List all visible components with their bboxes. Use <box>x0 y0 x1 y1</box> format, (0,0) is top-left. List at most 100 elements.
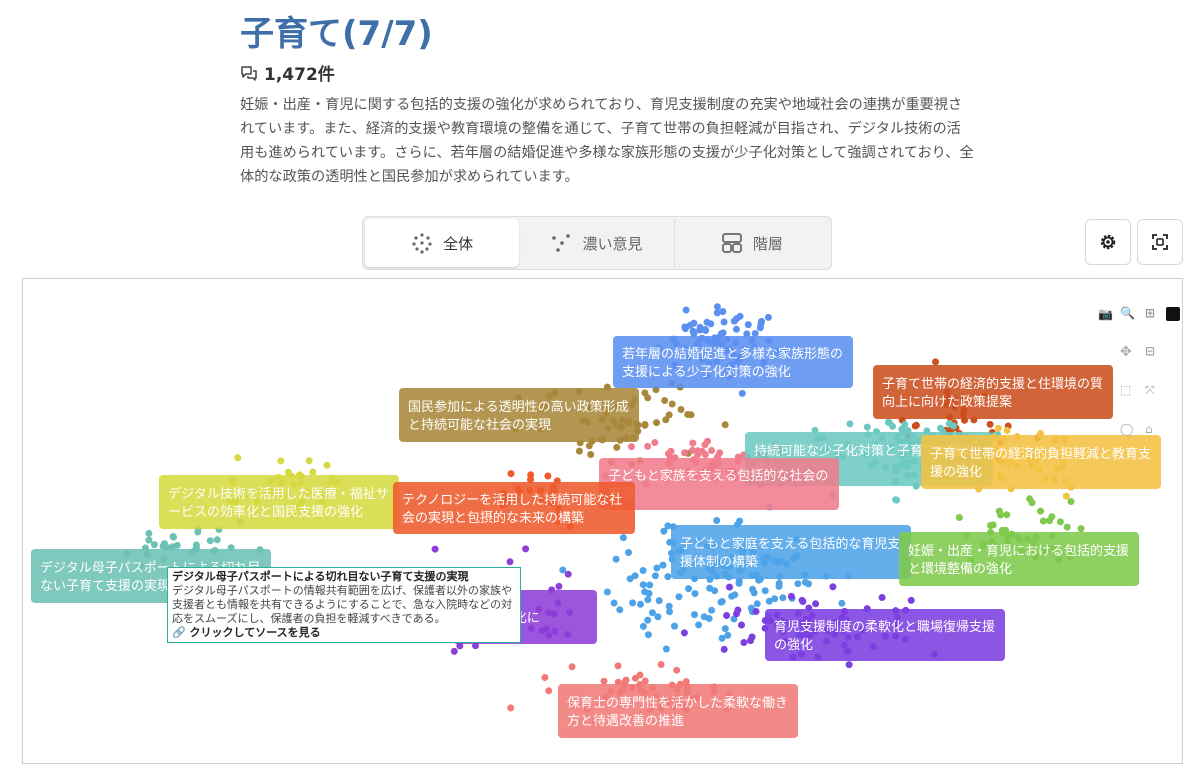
bar-logo-icon[interactable] <box>1166 307 1180 321</box>
data-point[interactable] <box>740 639 748 646</box>
data-point[interactable] <box>1056 518 1064 526</box>
data-point[interactable] <box>728 592 736 600</box>
camera-icon[interactable]: 📷 <box>1098 307 1113 321</box>
data-point[interactable] <box>1062 492 1070 500</box>
data-point[interactable] <box>889 422 896 430</box>
data-point[interactable] <box>644 631 652 639</box>
data-point[interactable] <box>937 424 944 432</box>
data-point[interactable] <box>779 594 787 602</box>
zoom-icon[interactable]: 🔍 <box>1120 306 1135 320</box>
data-point[interactable] <box>707 320 715 328</box>
data-point[interactable] <box>564 570 572 578</box>
data-point[interactable] <box>738 389 746 397</box>
data-point[interactable] <box>794 580 802 588</box>
data-point[interactable] <box>159 542 167 550</box>
data-point[interactable] <box>654 613 662 621</box>
data-point[interactable] <box>661 397 669 404</box>
data-point[interactable] <box>665 411 673 419</box>
data-point[interactable] <box>702 327 710 334</box>
cluster-label[interactable]: 国民参加による透明性の高い政策形成と持続可能な社会の実現 <box>399 388 639 442</box>
data-point[interactable] <box>761 587 769 595</box>
cluster-label[interactable]: 子どもと家庭を支える包括的な育児支援体制の構築 <box>671 525 911 579</box>
data-point[interactable] <box>613 443 621 451</box>
data-point[interactable] <box>775 579 783 587</box>
cluster-scatter-plot[interactable]: 若年層の結婚促進と多様な家族形態の支援による少子化対策の強化 子育て世帯の経済的支… <box>22 278 1183 764</box>
data-point[interactable] <box>284 468 292 476</box>
data-point[interactable] <box>651 439 659 446</box>
data-point[interactable] <box>685 585 693 593</box>
data-point[interactable] <box>150 541 158 549</box>
data-point[interactable] <box>716 449 724 457</box>
data-point[interactable] <box>994 424 1002 432</box>
data-point[interactable] <box>748 633 756 641</box>
data-point[interactable] <box>711 587 719 595</box>
box-select-icon[interactable]: ⬚ <box>1120 383 1131 397</box>
data-point[interactable] <box>732 325 740 333</box>
data-point[interactable] <box>708 447 716 454</box>
data-point[interactable] <box>695 621 703 629</box>
data-point[interactable] <box>898 425 906 433</box>
data-point[interactable] <box>639 567 647 574</box>
cluster-label[interactable]: 育児支援制度の柔軟化と職場復帰支援の強化 <box>765 609 1005 661</box>
data-point[interactable] <box>986 420 994 428</box>
data-point[interactable] <box>610 599 618 607</box>
data-point[interactable] <box>690 319 698 327</box>
data-point[interactable] <box>145 536 153 544</box>
data-point[interactable] <box>651 572 659 580</box>
data-point[interactable] <box>653 564 661 572</box>
data-point[interactable] <box>234 454 242 462</box>
data-point[interactable] <box>213 536 221 544</box>
data-point[interactable] <box>639 622 647 630</box>
data-point[interactable] <box>720 318 728 326</box>
data-point[interactable] <box>644 442 652 450</box>
data-point[interactable] <box>733 315 741 323</box>
data-point[interactable] <box>675 593 683 601</box>
data-point[interactable] <box>724 631 732 639</box>
data-point[interactable] <box>169 533 177 540</box>
data-point[interactable] <box>950 422 957 430</box>
data-point[interactable] <box>667 447 675 455</box>
tab-all[interactable]: 全体 <box>365 219 520 267</box>
data-point[interactable] <box>639 581 647 589</box>
data-point[interactable] <box>764 313 772 321</box>
data-point[interactable] <box>645 590 653 597</box>
data-point[interactable] <box>1037 507 1045 515</box>
data-point[interactable] <box>664 573 672 581</box>
data-point[interactable] <box>713 517 721 524</box>
view-source-link[interactable]: 🔗 クリックしてソースを見る <box>172 626 516 640</box>
data-point[interactable] <box>753 600 761 608</box>
data-point[interactable] <box>603 588 611 596</box>
data-point[interactable] <box>749 585 756 593</box>
data-point[interactable] <box>713 309 721 317</box>
data-point[interactable] <box>734 606 742 614</box>
data-point[interactable] <box>708 606 716 614</box>
data-point[interactable] <box>641 389 649 397</box>
settings-button[interactable] <box>1085 219 1131 265</box>
data-point[interactable] <box>689 439 697 447</box>
tab-hierarchy[interactable]: 階層 <box>675 219 829 267</box>
data-point[interactable] <box>878 594 886 601</box>
data-point[interactable] <box>846 420 854 428</box>
data-point[interactable] <box>206 537 214 545</box>
data-point[interactable] <box>681 449 688 457</box>
data-point[interactable] <box>989 521 997 529</box>
data-point[interactable] <box>1077 525 1085 533</box>
data-point[interactable] <box>644 616 652 624</box>
data-point[interactable] <box>660 527 668 535</box>
data-point[interactable] <box>541 674 549 681</box>
data-point[interactable] <box>757 320 765 328</box>
data-point[interactable] <box>838 599 846 607</box>
data-point[interactable] <box>646 581 654 589</box>
data-point[interactable] <box>506 558 514 566</box>
data-point[interactable] <box>694 451 702 459</box>
data-point[interactable] <box>616 606 624 614</box>
data-point[interactable] <box>545 687 553 695</box>
data-point[interactable] <box>450 647 458 655</box>
cluster-label[interactable]: 子育て世帯の経済的支援と住環境の質向上に向けた政策提案 <box>873 365 1113 419</box>
data-point[interactable] <box>619 534 627 542</box>
data-point[interactable] <box>1067 498 1075 505</box>
scatter-canvas[interactable]: 若年層の結婚促進と多様な家族形態の支援による少子化対策の強化子育て世帯の経済的支… <box>23 279 1182 763</box>
data-point[interactable] <box>522 545 530 553</box>
data-point[interactable] <box>691 611 698 619</box>
data-point[interactable] <box>691 590 699 598</box>
